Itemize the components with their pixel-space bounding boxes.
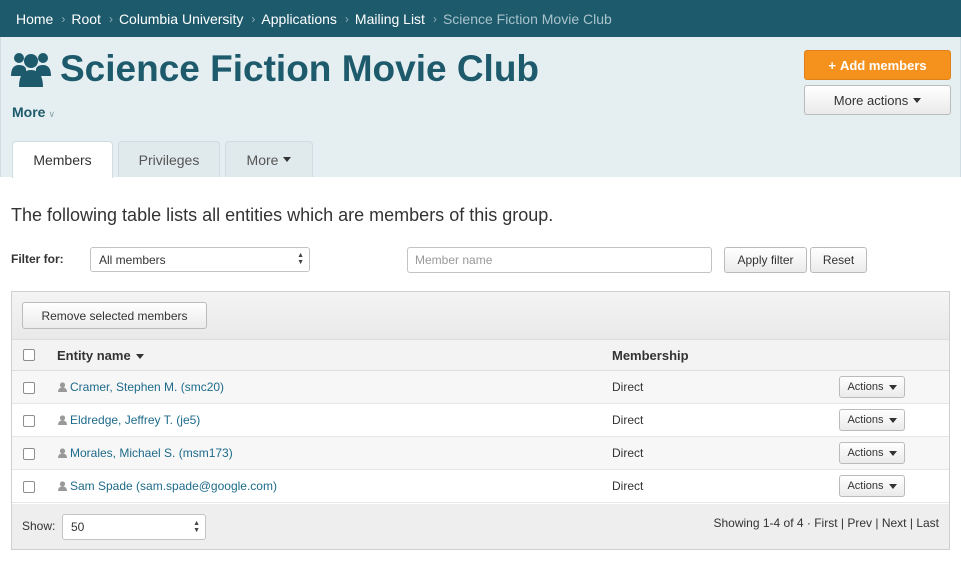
more-actions-button[interactable]: More actions [804, 85, 951, 115]
actions-label: Actions [847, 480, 884, 492]
tab-more[interactable]: More [225, 141, 313, 177]
show-label: Show: [22, 519, 56, 533]
column-membership: Membership [612, 348, 689, 363]
reset-button[interactable]: Reset [810, 247, 867, 273]
table-footer: Show: 50 ▲ ▼ Showing 1-4 of 4 · First | P… [12, 504, 949, 549]
column-label: Entity name [57, 348, 131, 363]
breadcrumb-home[interactable]: Home [16, 11, 53, 27]
actions-label: Actions [847, 414, 884, 426]
apply-filter-button[interactable]: Apply filter [724, 247, 807, 273]
breadcrumb-columbia-university[interactable]: Columbia University [119, 11, 243, 27]
table-row: Cramer, Stephen M. (smc20) Direct Action… [12, 371, 949, 404]
membership-value: Direct [612, 413, 644, 427]
person-icon [58, 448, 67, 458]
pagination-first[interactable]: First [814, 516, 837, 530]
chevron-down-icon: ∨ [48, 109, 56, 119]
entity-link[interactable]: Morales, Michael S. (msm173) [70, 446, 233, 460]
add-members-button[interactable]: + Add members [804, 50, 951, 80]
table-header: Entity name Membership [12, 340, 949, 371]
actions-label: Actions [847, 447, 884, 459]
membership-value: Direct [612, 446, 644, 460]
breadcrumb-separator: › [251, 11, 256, 26]
tab-label: Privileges [138, 151, 200, 168]
caret-down-icon [888, 417, 897, 423]
page-title: Science Fiction Movie Club [60, 48, 540, 89]
select-value: 50 [71, 520, 85, 534]
tab-members[interactable]: Members [12, 141, 113, 178]
row-checkbox[interactable] [23, 382, 35, 394]
member-filter-select[interactable]: All members ▲ ▼ [90, 247, 310, 272]
caret-down-icon [888, 384, 897, 390]
row-actions-button[interactable]: Actions [839, 409, 905, 431]
breadcrumb: Home › Root › Columbia University › Appl… [0, 0, 961, 37]
table-toolbar: Remove selected members [12, 292, 949, 340]
select-all-checkbox[interactable] [23, 349, 35, 361]
pagination-prev[interactable]: Prev [847, 516, 872, 530]
person-icon [58, 382, 67, 392]
breadcrumb-mailing-list[interactable]: Mailing List [355, 11, 425, 27]
tab-label: More [246, 151, 279, 168]
pagination-summary: Showing 1-4 of 4 [713, 516, 804, 530]
member-name-input[interactable]: Member name [407, 247, 712, 273]
row-actions-button[interactable]: Actions [839, 442, 905, 464]
select-arrows-icon: ▲ ▼ [297, 252, 304, 266]
member-name-placeholder: Member name [415, 253, 493, 267]
table-row: Sam Spade (sam.spade@google.com) Direct … [12, 470, 949, 503]
breadcrumb-separator: › [432, 11, 437, 26]
breadcrumb-applications[interactable]: Applications [261, 11, 337, 27]
caret-down-icon [888, 483, 897, 489]
caret-down-icon [888, 450, 897, 456]
remove-selected-members-button[interactable]: Remove selected members [22, 302, 207, 329]
row-checkbox[interactable] [23, 448, 35, 460]
entity-link[interactable]: Sam Spade (sam.spade@google.com) [70, 479, 277, 493]
select-value: All members [99, 252, 166, 267]
breadcrumb-separator: › [108, 11, 113, 26]
caret-down-icon [283, 157, 292, 162]
caret-down-icon [913, 97, 922, 103]
page-size-select[interactable]: 50 ▲ ▼ [62, 514, 206, 540]
filter-label: Filter for: [11, 252, 64, 266]
table-row: Eldredge, Jeffrey T. (je5) Direct Action… [12, 404, 949, 437]
membership-value: Direct [612, 380, 644, 394]
breadcrumb-current: Science Fiction Movie Club [442, 10, 612, 27]
table-row: Morales, Michael S. (msm173) Direct Acti… [12, 437, 949, 470]
row-actions-button[interactable]: Actions [839, 475, 905, 497]
pagination-next[interactable]: Next [882, 516, 907, 530]
actions-label: Actions [847, 381, 884, 393]
intro-text: The following table lists all entities w… [11, 205, 554, 225]
pagination-last[interactable]: Last [916, 516, 939, 530]
tab-privileges[interactable]: Privileges [118, 141, 220, 177]
more-dropdown-link[interactable]: More ∨ [12, 104, 55, 120]
entity-link[interactable]: Cramer, Stephen M. (smc20) [70, 380, 224, 394]
sort-descending-icon [135, 354, 144, 360]
plus-icon: + [828, 57, 836, 73]
row-checkbox[interactable] [23, 415, 35, 427]
select-arrows-icon: ▲ ▼ [193, 520, 200, 534]
breadcrumb-separator: › [344, 11, 349, 26]
membership-value: Direct [612, 479, 644, 493]
group-icon [11, 53, 51, 87]
entity-link[interactable]: Eldredge, Jeffrey T. (je5) [70, 413, 200, 427]
add-members-label: Add members [839, 57, 927, 73]
group-header: Science Fiction Movie Club More ∨ + Add me… [0, 37, 961, 178]
more-link-label: More [12, 104, 46, 120]
pagination: Showing 1-4 of 4 · First | Prev | Next |… [713, 516, 939, 530]
person-icon [58, 481, 67, 491]
breadcrumb-separator: › [61, 11, 66, 26]
tab-label: Members [33, 152, 92, 168]
row-actions-button[interactable]: Actions [839, 376, 905, 398]
members-table: Remove selected members Entity name Memb… [11, 291, 950, 550]
column-entity-name[interactable]: Entity name [57, 348, 144, 363]
more-actions-label: More actions [833, 92, 909, 108]
breadcrumb-root[interactable]: Root [71, 11, 101, 27]
person-icon [58, 415, 67, 425]
row-checkbox[interactable] [23, 481, 35, 493]
